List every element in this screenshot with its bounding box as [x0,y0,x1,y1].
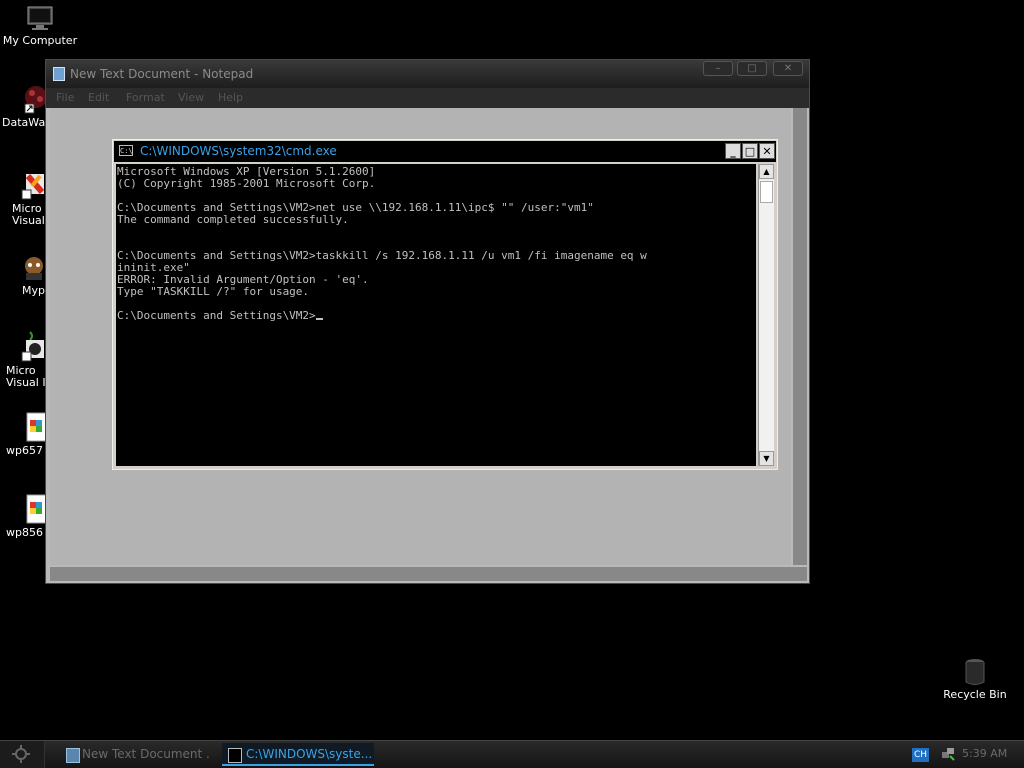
start-icon [12,745,30,763]
network-icon[interactable] [940,746,956,762]
taskbar-item-label: C:\WINDOWS\syste... [246,747,373,761]
text-cursor [315,318,323,320]
language-indicator[interactable]: CH [912,748,929,762]
scroll-thumb[interactable] [760,181,773,203]
taskbar-item-notepad[interactable]: New Text Document ... [60,743,210,766]
desktop-icon-datawa[interactable]: DataWa [0,84,47,129]
close-button[interactable]: ✕ [759,143,775,159]
console-line: C:\Documents and Settings\VM2>taskkill /… [117,249,647,262]
start-button[interactable] [0,741,45,768]
cmd-window[interactable]: C:\ C:\WINDOWS\system32\cmd.exe _ □ ✕ Mi… [112,139,778,470]
menu-help[interactable]: Help [218,91,243,104]
notepad-icon [53,67,65,81]
notepad-menubar: File Edit Format View Help [46,88,809,108]
menu-format[interactable]: Format [126,91,165,104]
desktop-icon-label: wp657 [6,444,43,457]
console-prompt: C:\Documents and Settings\VM2> [117,309,316,322]
taskbar: New Text Document ... C:\WINDOWS\syste..… [0,740,1024,768]
console-line: The command completed successfully. [117,213,349,226]
desktop-icon-label: Micro Visual [12,202,45,227]
desktop-icon-label: My Computer [2,34,78,47]
desktop-icon-my-computer[interactable]: My Computer [2,6,78,47]
desktop-icon-micro-visual[interactable]: Micro Visual [0,172,46,227]
desktop-icon-label: DataWa [2,116,46,129]
notepad-titlebar[interactable]: New Text Document - Notepad – □ ✕ [46,60,809,88]
close-button[interactable]: ✕ [773,61,803,76]
desktop-icon-recycle-bin[interactable]: Recycle Bin [940,658,1010,701]
maximize-button[interactable]: □ [737,61,767,76]
cmd-titlebar[interactable]: C:\ C:\WINDOWS\system32\cmd.exe _ □ ✕ [114,141,776,162]
notepad-vertical-scrollbar[interactable] [793,108,807,565]
console-line: (C) Copyright 1985-2001 Microsoft Corp. [117,177,376,190]
desktop-icon-wp856[interactable]: wp856 [0,494,48,539]
notepad-icon [66,748,80,763]
menu-edit[interactable]: Edit [88,91,109,104]
desktop-icon-micro-visual-2[interactable]: Micro Visual I [0,330,46,389]
taskbar-item-cmd[interactable]: C:\WINDOWS\syste... [222,743,374,766]
cmd-vertical-scrollbar[interactable]: ▲ ▼ [758,164,774,466]
desktop-icon-label: Micro Visual I [6,364,46,389]
minimize-button[interactable]: – [703,61,733,76]
desktop-icon-myp[interactable]: Myp [0,256,46,297]
computer-icon [27,6,53,30]
taskbar-item-label: New Text Document ... [82,747,210,761]
cmd-icon: C:\ [119,145,133,156]
console-line: Type "TASKKILL /?" for usage. [117,285,310,298]
desktop-icon-label: Recycle Bin [943,688,1007,701]
notepad-status-area [50,567,807,581]
app-icon [25,257,43,280]
desktop-icon-label: Myp [22,284,45,297]
scroll-up-arrow-icon[interactable]: ▲ [759,164,774,179]
maximize-button[interactable]: □ [742,143,758,159]
menu-view[interactable]: View [178,91,204,104]
desktop-icon-label: wp856 [6,526,43,539]
menu-file[interactable]: File [56,91,74,104]
clock[interactable]: 5:39 AM [962,747,1007,760]
recycle-bin-icon [965,659,985,685]
cmd-title: C:\WINDOWS\system32\cmd.exe [140,144,337,158]
console-output[interactable]: Microsoft Windows XP [Version 5.1.2600](… [116,164,756,466]
desktop-icon-wp657[interactable]: wp657 [0,412,48,457]
minimize-button[interactable]: _ [725,143,741,159]
notepad-title: New Text Document - Notepad [70,67,254,81]
scroll-down-arrow-icon[interactable]: ▼ [759,451,774,466]
cmd-icon [228,748,242,763]
